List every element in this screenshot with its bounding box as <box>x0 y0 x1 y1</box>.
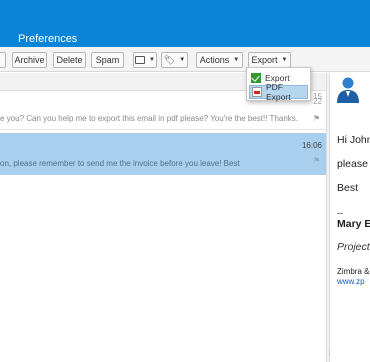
tab-preferences[interactable]: Preferences <box>18 33 77 45</box>
menu-item-pdf-export[interactable]: PDF Export <box>249 82 308 102</box>
pane-splitter[interactable] <box>326 73 330 362</box>
green-check-icon <box>251 73 261 83</box>
signature-org: Zimbra & <box>337 267 370 276</box>
signature-separator: -- <box>337 208 343 218</box>
signature-title: Project <box>337 241 370 253</box>
flag-icon[interactable]: ⚑ <box>313 114 321 123</box>
print-dropdown-button[interactable]: ▼ <box>133 52 157 68</box>
tag-icon: 🏷 <box>163 54 176 65</box>
signature-link[interactable]: www.zp <box>337 277 365 286</box>
avatar-icon <box>337 77 359 103</box>
tag-dropdown-button[interactable]: 🏷 ▼ <box>161 52 188 68</box>
archive-button[interactable]: Archive <box>12 52 47 68</box>
splitter-grip-icon[interactable]: ⋮ <box>326 350 333 360</box>
message-row-selected[interactable]: 16:06 on, please remember to send me the… <box>0 133 326 175</box>
message-snippet: e you? Can you help me to export this em… <box>0 114 299 123</box>
reading-pane-line: please <box>337 158 368 170</box>
chevron-down-icon: ▼ <box>179 57 186 63</box>
reading-pane-closing: Best <box>337 182 359 194</box>
spam-button[interactable]: Spam <box>91 52 124 68</box>
message-time: 22 <box>313 97 322 106</box>
message-snippet: on, please remember to send me the invoi… <box>0 159 240 168</box>
delete-button[interactable]: Delete <box>53 52 86 68</box>
actions-dropdown-button[interactable]: Actions ▼ <box>196 52 243 68</box>
message-time: 16:06 <box>301 141 322 150</box>
app-header: Preferences <box>0 0 370 47</box>
toolbar-partial-button[interactable] <box>0 52 6 68</box>
chevron-down-icon: ▼ <box>281 57 288 63</box>
actions-label: Actions <box>199 55 230 65</box>
chevron-down-icon: ▼ <box>149 57 155 63</box>
export-menu: Export PDF Export <box>246 67 311 102</box>
chevron-down-icon: ▼ <box>233 57 240 63</box>
export-dropdown-button[interactable]: Export ▼ <box>248 52 291 68</box>
signature-name: Mary E <box>337 218 370 230</box>
mail-app: Preferences Archive Delete Spam ▼ 🏷 ▼ Act… <box>0 0 370 362</box>
export-label: Export <box>251 55 278 65</box>
toolbar: Archive Delete Spam ▼ 🏷 ▼ Actions ▼ Export… <box>0 47 370 72</box>
flag-icon[interactable]: ⚑ <box>313 156 321 165</box>
reading-pane-greeting: Hi John <box>337 134 370 146</box>
printer-icon <box>135 56 146 64</box>
menu-item-label: PDF Export <box>266 82 291 102</box>
pdf-file-icon <box>252 87 262 97</box>
